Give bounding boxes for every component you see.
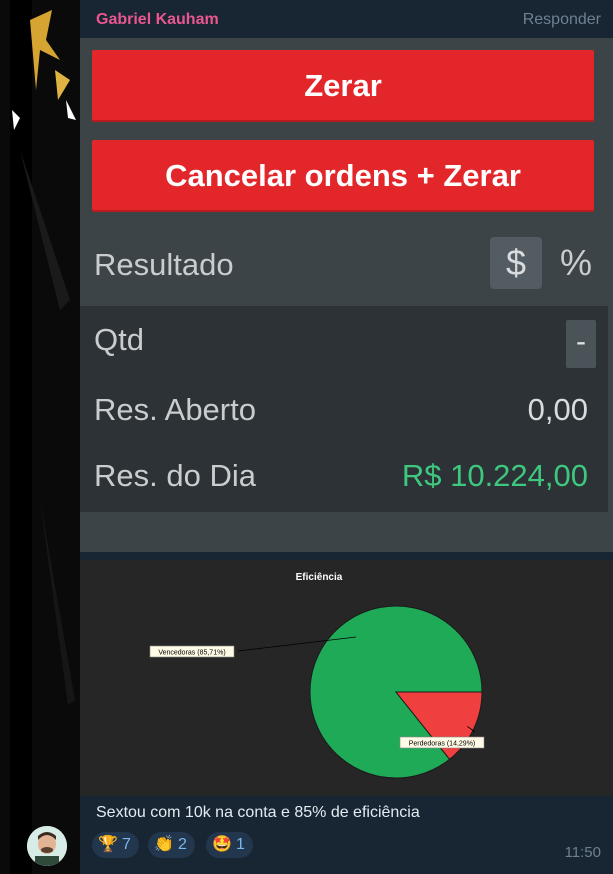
cancel-orders-zerar-button: Cancelar ordens + Zerar [92,140,594,212]
result-row: Resultado $ % [80,234,613,294]
reply-button[interactable]: Responder [523,11,601,29]
reaction-count: 2 [178,836,187,853]
clapping-hands-icon: 👏 [154,836,174,853]
zerar-button: Zerar [92,50,594,122]
reaction-count: 7 [122,836,131,853]
message-time: 11:50 [564,844,601,861]
pie-chart: Eficiência Vencedoras (85,71%) Perdedoras… [149,572,485,779]
qtd-value: - [566,320,596,368]
message-caption: Sextou com 10k na conta e 85% de eficiên… [96,804,420,821]
result-label: Resultado [94,247,234,282]
message-bubble: Gabriel Kauham Responder Zerar Cancelar … [80,0,613,874]
trophy-icon: 🏆 [98,836,118,853]
res-dia-row: Res. do Dia R$ 10.224,00 [80,450,608,500]
reaction-clap[interactable]: 👏 2 [148,832,195,858]
chart-title: Eficiência [296,572,343,583]
reaction-trophy[interactable]: 🏆 7 [92,832,139,858]
star-struck-icon: 🤩 [212,836,232,853]
message-header: Gabriel Kauham Responder [80,0,613,38]
res-aberto-value: 0,00 [527,392,588,427]
res-dia-value: R$ 10.224,00 [401,458,588,493]
res-aberto-row: Res. Aberto 0,00 [80,384,608,434]
reaction-count: 1 [236,836,245,853]
slice-label: Vencedoras (85,71%) [158,650,225,657]
chat-wallpaper [0,0,80,874]
sender-name[interactable]: Gabriel Kauham [96,11,219,29]
res-dia-label: Res. do Dia [94,458,256,493]
dollar-toggle: $ [490,237,542,289]
sender-avatar[interactable] [27,826,67,866]
percent-toggle: % [559,242,592,283]
res-aberto-label: Res. Aberto [94,392,256,427]
qtd-row: Qtd - [80,314,608,368]
qtd-label: Qtd [94,322,144,357]
slice-label: Perdedoras (14,29%) [409,741,476,748]
stats-box: Qtd - Res. Aberto 0,00 Res. do Dia R$ 10… [80,306,608,512]
trading-panel-image[interactable]: Zerar Cancelar ordens + Zerar Resultado … [80,38,613,552]
reaction-star-struck[interactable]: 🤩 1 [206,832,253,858]
efficiency-chart-image[interactable]: Eficiência Vencedoras (85,71%) Perdedoras… [80,560,613,796]
